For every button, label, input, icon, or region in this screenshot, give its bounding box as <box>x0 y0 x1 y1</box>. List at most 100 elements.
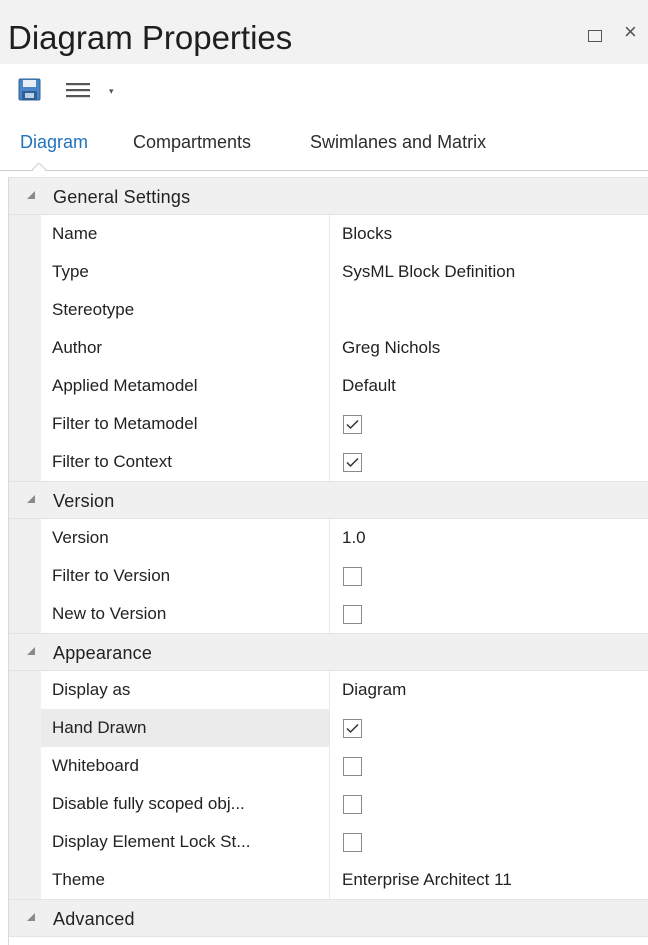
column-divider <box>329 443 330 481</box>
tab-strip: Diagram Compartments Swimlanes and Matri… <box>0 118 648 172</box>
property-row-name[interactable]: Name Blocks <box>9 215 648 253</box>
column-divider <box>329 747 330 785</box>
dropdown-arrow-icon[interactable]: ▾ <box>109 86 114 97</box>
property-row-author[interactable]: Author Greg Nichols <box>9 329 648 367</box>
property-row-filter-to-metamodel[interactable]: Filter to Metamodel <box>9 405 648 443</box>
row-gutter <box>9 595 41 633</box>
whiteboard-checkbox[interactable] <box>343 757 362 776</box>
tab-compartments[interactable]: Compartments <box>133 130 251 154</box>
column-divider <box>329 785 330 823</box>
column-divider <box>329 253 330 291</box>
maximize-icon[interactable] <box>588 30 602 42</box>
column-divider <box>329 215 330 253</box>
filter-to-context-checkbox[interactable] <box>343 453 362 472</box>
collapse-caret-icon[interactable] <box>27 647 35 655</box>
section-label: General Settings <box>53 187 191 207</box>
property-row-hand-drawn[interactable]: Hand Drawn <box>9 709 648 747</box>
checkmark-icon <box>346 419 359 430</box>
property-name: Type <box>52 262 89 281</box>
property-value[interactable]: Default <box>342 375 396 397</box>
row-gutter <box>9 557 41 595</box>
property-grid: General Settings Name Blocks Type SysML … <box>8 177 648 945</box>
property-name: Filter to Version <box>52 566 171 585</box>
new-to-version-checkbox[interactable] <box>343 605 362 624</box>
property-value[interactable]: 1.0 <box>342 527 366 549</box>
property-name: Filter to Metamodel <box>52 414 198 433</box>
property-row-disable-fully-scoped-objects[interactable]: Disable fully scoped obj... <box>9 785 648 823</box>
row-gutter <box>9 367 41 405</box>
column-divider <box>329 557 330 595</box>
property-value[interactable]: Diagram <box>342 679 406 701</box>
column-divider <box>329 709 330 747</box>
column-divider <box>329 671 330 709</box>
section-header-advanced[interactable]: Advanced <box>9 899 648 937</box>
row-gutter <box>9 785 41 823</box>
collapse-caret-icon[interactable] <box>27 913 35 921</box>
property-row-type[interactable]: Type SysML Block Definition <box>9 253 648 291</box>
row-gutter <box>9 291 41 329</box>
property-row-applied-metamodel[interactable]: Applied Metamodel Default <box>9 367 648 405</box>
section-label: Version <box>53 491 115 511</box>
disable-fully-scoped-objects-checkbox[interactable] <box>343 795 362 814</box>
property-name: Display Element Lock St... <box>52 832 251 851</box>
property-row-new-to-version[interactable]: New to Version <box>9 595 648 633</box>
property-value[interactable]: SysML Block Definition <box>342 261 515 283</box>
filter-to-version-checkbox[interactable] <box>343 567 362 586</box>
row-gutter <box>9 405 41 443</box>
hamburger-menu-icon[interactable] <box>66 82 90 98</box>
section-label: Advanced <box>53 909 135 929</box>
column-divider <box>329 823 330 861</box>
tab-swimlanes-and-matrix[interactable]: Swimlanes and Matrix <box>310 130 486 154</box>
property-row-version[interactable]: Version 1.0 <box>9 519 648 557</box>
property-name: Disable fully scoped obj... <box>52 794 245 813</box>
row-gutter <box>9 823 41 861</box>
row-gutter <box>9 253 41 291</box>
section-header-version[interactable]: Version <box>9 481 648 519</box>
row-gutter <box>9 861 41 899</box>
property-value[interactable]: Blocks <box>342 223 392 245</box>
property-name: Theme <box>52 870 105 889</box>
checkmark-icon <box>346 457 359 468</box>
row-gutter <box>9 671 41 709</box>
property-value[interactable]: Greg Nichols <box>342 337 440 359</box>
display-element-lock-status-checkbox[interactable] <box>343 833 362 852</box>
close-icon[interactable]: × <box>624 21 637 43</box>
checkmark-icon <box>346 723 359 734</box>
property-row-filter-to-context[interactable]: Filter to Context <box>9 443 648 481</box>
panel-toolbar <box>0 64 648 116</box>
row-gutter <box>9 519 41 557</box>
column-divider <box>329 861 330 899</box>
active-tab-indicator <box>32 163 46 171</box>
panel-titlebar: Diagram Properties × <box>0 0 648 64</box>
row-gutter <box>9 747 41 785</box>
property-name: Applied Metamodel <box>52 376 198 395</box>
property-row-display-as[interactable]: Display as Diagram <box>9 671 648 709</box>
section-label: Appearance <box>53 643 153 663</box>
property-name: Version <box>52 528 109 547</box>
panel-title: Diagram Properties <box>8 19 293 56</box>
section-header-appearance[interactable]: Appearance <box>9 633 648 671</box>
property-name: Display as <box>52 680 131 699</box>
property-row-whiteboard[interactable]: Whiteboard <box>9 747 648 785</box>
column-divider <box>329 519 330 557</box>
hand-drawn-checkbox[interactable] <box>343 719 362 738</box>
column-divider <box>329 595 330 633</box>
filter-to-metamodel-checkbox[interactable] <box>343 415 362 434</box>
property-row-stereotype[interactable]: Stereotype <box>9 291 648 329</box>
tab-diagram[interactable]: Diagram <box>20 130 88 154</box>
column-divider <box>329 405 330 443</box>
property-name: Whiteboard <box>52 756 139 775</box>
property-row-theme[interactable]: Theme Enterprise Architect 11 <box>9 861 648 899</box>
collapse-caret-icon[interactable] <box>27 191 35 199</box>
property-name: Author <box>52 338 103 357</box>
column-divider <box>329 329 330 367</box>
section-header-general-settings[interactable]: General Settings <box>9 177 648 215</box>
property-row-filter-to-version[interactable]: Filter to Version <box>9 557 648 595</box>
collapse-caret-icon[interactable] <box>27 495 35 503</box>
property-name: Hand Drawn <box>52 718 147 737</box>
property-value[interactable]: Enterprise Architect 11 <box>342 869 512 891</box>
property-row-display-element-lock-status[interactable]: Display Element Lock St... <box>9 823 648 861</box>
save-icon[interactable] <box>18 78 41 101</box>
column-divider <box>329 291 330 329</box>
property-name: Name <box>52 224 98 243</box>
